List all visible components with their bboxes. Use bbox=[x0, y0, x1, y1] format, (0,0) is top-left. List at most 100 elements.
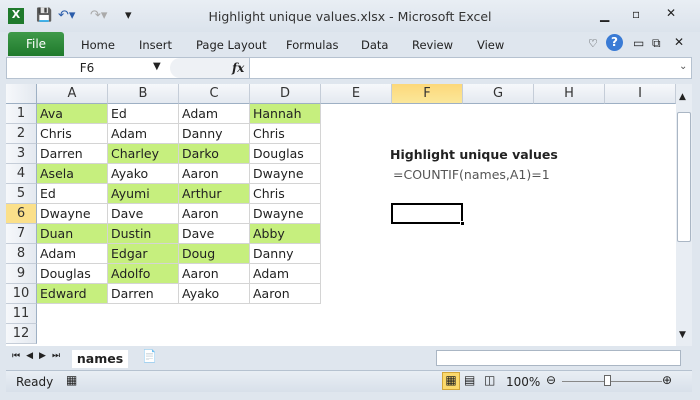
page-layout-view-icon[interactable]: ▤ bbox=[464, 373, 475, 387]
cell-b4[interactable]: Ayako bbox=[108, 164, 179, 184]
cell-c8[interactable]: Doug bbox=[179, 244, 250, 264]
tab-home[interactable]: Home bbox=[81, 38, 115, 52]
formula-input[interactable] bbox=[256, 58, 676, 78]
column-header-f[interactable]: F bbox=[392, 84, 463, 104]
cell-d2[interactable]: Chris bbox=[250, 124, 321, 144]
cell-d5[interactable]: Chris bbox=[250, 184, 321, 204]
cell-b8[interactable]: Edgar bbox=[108, 244, 179, 264]
cell-a2[interactable]: Chris bbox=[37, 124, 108, 144]
cell-a6[interactable]: Dwayne bbox=[37, 204, 108, 224]
column-header-i[interactable]: I bbox=[605, 84, 676, 104]
minimize-icon[interactable]: ▁ bbox=[600, 8, 609, 22]
row-header-5[interactable]: 5 bbox=[6, 184, 37, 204]
name-box-dropdown-icon[interactable]: ▼ bbox=[153, 61, 161, 72]
cell-c5[interactable]: Arthur bbox=[179, 184, 250, 204]
maximize-icon[interactable]: ▫ bbox=[632, 7, 640, 21]
close-icon[interactable]: ✕ bbox=[666, 6, 676, 20]
sheet-nav-arrows-icon[interactable]: ⏮◀▶⏭ bbox=[12, 351, 66, 361]
zoom-in-icon[interactable]: ⊕ bbox=[662, 373, 672, 387]
workbook-minimize-icon[interactable]: ▭ bbox=[633, 36, 644, 50]
zoom-out-icon[interactable]: ⊖ bbox=[546, 373, 556, 387]
tab-view[interactable]: View bbox=[477, 38, 504, 52]
workbook-restore-icon[interactable]: ⧉ bbox=[652, 36, 661, 51]
zoom-level[interactable]: 100% bbox=[506, 375, 540, 389]
select-all-corner[interactable] bbox=[6, 84, 37, 104]
workbook-close-icon[interactable]: ✕ bbox=[674, 35, 684, 49]
fill-handle[interactable] bbox=[460, 221, 465, 226]
tab-file[interactable]: File bbox=[8, 32, 64, 56]
column-header-a[interactable]: A bbox=[37, 84, 108, 104]
cell-c10[interactable]: Ayako bbox=[179, 284, 250, 304]
cell-d4[interactable]: Dwayne bbox=[250, 164, 321, 184]
cell-a10[interactable]: Edward bbox=[37, 284, 108, 304]
cell-c7[interactable]: Dave bbox=[179, 224, 250, 244]
cell-c9[interactable]: Aaron bbox=[179, 264, 250, 284]
row-header-6[interactable]: 6 bbox=[6, 204, 37, 224]
scroll-down-icon[interactable]: ▼ bbox=[679, 330, 686, 340]
help-icon[interactable]: ? bbox=[606, 34, 623, 51]
row-header-9[interactable]: 9 bbox=[6, 264, 37, 284]
row-header-10[interactable]: 10 bbox=[6, 284, 37, 304]
cell-b3[interactable]: Charley bbox=[108, 144, 179, 164]
tab-insert[interactable]: Insert bbox=[139, 38, 172, 52]
cell-d10[interactable]: Aaron bbox=[250, 284, 321, 304]
zoom-slider-thumb[interactable] bbox=[604, 375, 611, 386]
cell-c3[interactable]: Darko bbox=[179, 144, 250, 164]
column-header-g[interactable]: G bbox=[463, 84, 534, 104]
tab-formulas[interactable]: Formulas bbox=[286, 38, 339, 52]
cell-a1[interactable]: Ava bbox=[37, 104, 108, 124]
cell-b7[interactable]: Dustin bbox=[108, 224, 179, 244]
cell-c4[interactable]: Aaron bbox=[179, 164, 250, 184]
scroll-thumb[interactable] bbox=[677, 112, 691, 242]
expand-formula-bar-icon[interactable]: ⌄ bbox=[679, 61, 687, 72]
cell-b10[interactable]: Darren bbox=[108, 284, 179, 304]
cell-d8[interactable]: Danny bbox=[250, 244, 321, 264]
row-header-2[interactable]: 2 bbox=[6, 124, 37, 144]
worksheet-grid[interactable]: A B C D E F G H I 1 Ava Ed Adam Hannah 2 Chris Adam Danny… bbox=[6, 84, 676, 346]
horizontal-scrollbar[interactable] bbox=[436, 350, 681, 366]
row-header-11[interactable]: 11 bbox=[6, 304, 37, 324]
normal-view-icon[interactable]: ▦ bbox=[442, 372, 460, 390]
cell-a5[interactable]: Ed bbox=[37, 184, 108, 204]
column-header-e[interactable]: E bbox=[321, 84, 392, 104]
zoom-slider[interactable] bbox=[562, 381, 662, 382]
scroll-up-icon[interactable]: ▲ bbox=[679, 92, 686, 102]
macro-record-icon[interactable]: ▦ bbox=[66, 373, 77, 387]
cell-a9[interactable]: Douglas bbox=[37, 264, 108, 284]
cell-b6[interactable]: Dave bbox=[108, 204, 179, 224]
cell-a4[interactable]: Asela bbox=[37, 164, 108, 184]
cell-c2[interactable]: Danny bbox=[179, 124, 250, 144]
column-header-b[interactable]: B bbox=[108, 84, 179, 104]
sheet-tab-names[interactable]: names bbox=[72, 350, 128, 368]
cell-d3[interactable]: Douglas bbox=[250, 144, 321, 164]
cell-b9[interactable]: Adolfo bbox=[108, 264, 179, 284]
page-break-view-icon[interactable]: ◫ bbox=[484, 373, 495, 387]
row-header-8[interactable]: 8 bbox=[6, 244, 37, 264]
active-cell-f6[interactable] bbox=[391, 203, 463, 224]
row-header-4[interactable]: 4 bbox=[6, 164, 37, 184]
cell-d6[interactable]: Dwayne bbox=[250, 204, 321, 224]
row-header-7[interactable]: 7 bbox=[6, 224, 37, 244]
insert-sheet-icon[interactable]: 📄 bbox=[142, 349, 157, 363]
row-header-12[interactable]: 12 bbox=[6, 324, 37, 344]
name-box[interactable]: F6 bbox=[7, 58, 167, 78]
cell-c1[interactable]: Adam bbox=[179, 104, 250, 124]
row-header-1[interactable]: 1 bbox=[6, 104, 37, 124]
cell-b2[interactable]: Adam bbox=[108, 124, 179, 144]
vertical-scrollbar[interactable]: ▲ ▼ bbox=[676, 84, 692, 346]
cell-d9[interactable]: Adam bbox=[250, 264, 321, 284]
tab-page-layout[interactable]: Page Layout bbox=[196, 38, 267, 52]
cell-a7[interactable]: Duan bbox=[37, 224, 108, 244]
cell-a3[interactable]: Darren bbox=[37, 144, 108, 164]
cell-b1[interactable]: Ed bbox=[108, 104, 179, 124]
tab-data[interactable]: Data bbox=[361, 38, 388, 52]
column-header-d[interactable]: D bbox=[250, 84, 321, 104]
insert-function-icon[interactable]: fx bbox=[232, 58, 244, 78]
cell-a8[interactable]: Adam bbox=[37, 244, 108, 264]
column-header-h[interactable]: H bbox=[534, 84, 605, 104]
cell-c6[interactable]: Aaron bbox=[179, 204, 250, 224]
tab-review[interactable]: Review bbox=[412, 38, 453, 52]
column-header-c[interactable]: C bbox=[179, 84, 250, 104]
ribbon-minimize-icon[interactable]: ♡ bbox=[588, 37, 598, 50]
row-header-3[interactable]: 3 bbox=[6, 144, 37, 164]
